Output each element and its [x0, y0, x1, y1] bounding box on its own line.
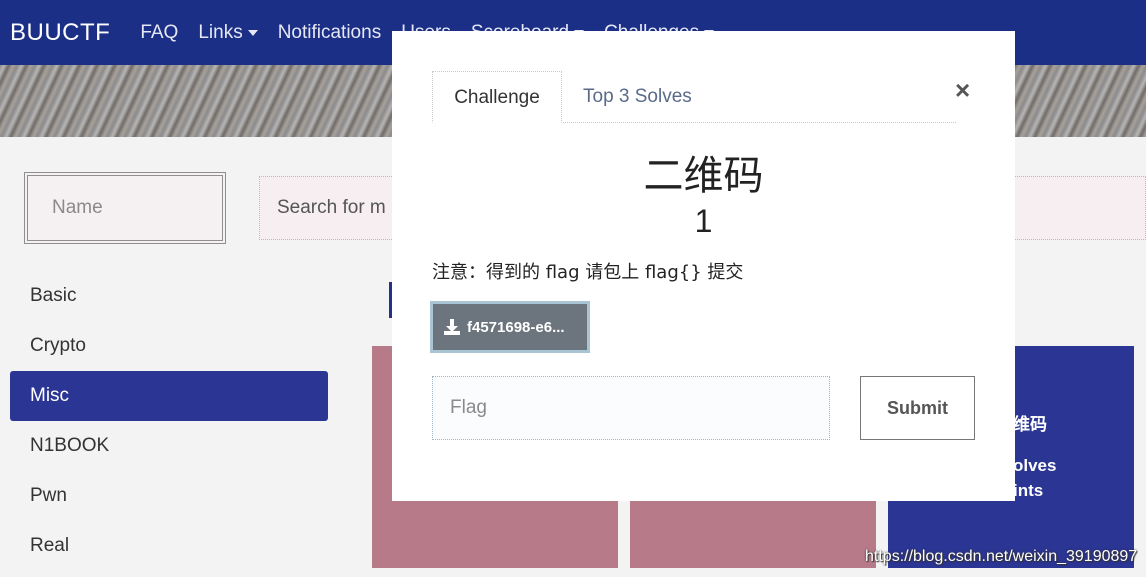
watermark: https://blog.csdn.net/weixin_39190897 [865, 548, 1138, 565]
card-title: 维码 [1013, 415, 1047, 434]
download-file-button[interactable]: f4571698-e6... [430, 301, 590, 353]
card-points: ints [1013, 481, 1044, 500]
tab-challenge[interactable]: Challenge [432, 71, 562, 123]
nav-notifications[interactable]: Notifications [278, 22, 382, 44]
file-name: f4571698-e6... [467, 318, 565, 336]
challenge-description: 注意：得到的 flag 请包上 flag{} 提交 [432, 262, 744, 283]
submit-button[interactable]: Submit [860, 376, 975, 440]
sidebar-item-basic[interactable]: Basic [10, 271, 328, 321]
challenge-modal: Challenge Top 3 Solves × 二维码 1 注意：得到的 fl… [392, 31, 1015, 501]
chevron-down-icon [247, 29, 258, 36]
nav-faq[interactable]: FAQ [140, 22, 178, 44]
sidebar-item-real[interactable]: Real [10, 521, 328, 571]
brand-logo[interactable]: BUUCTF [10, 19, 110, 47]
flag-input[interactable]: Flag [432, 376, 830, 440]
challenge-title: 二维码 [643, 153, 764, 199]
close-icon[interactable]: × [955, 75, 970, 106]
nav-links[interactable]: Links [198, 22, 258, 44]
sidebar-item-pwn[interactable]: Pwn [10, 471, 328, 521]
card-solves: olves [1013, 456, 1057, 475]
challenge-value: 1 [694, 203, 713, 239]
tab-top-solves[interactable]: Top 3 Solves [583, 71, 692, 123]
sidebar-item-misc[interactable]: Misc [10, 371, 328, 421]
name-filter-input[interactable]: Name [24, 172, 226, 244]
modal-tabs: Challenge Top 3 Solves [432, 71, 956, 123]
sidebar-item-crypto[interactable]: Crypto [10, 321, 328, 371]
download-icon [444, 319, 460, 335]
sidebar-item-n1book[interactable]: N1BOOK [10, 421, 328, 471]
